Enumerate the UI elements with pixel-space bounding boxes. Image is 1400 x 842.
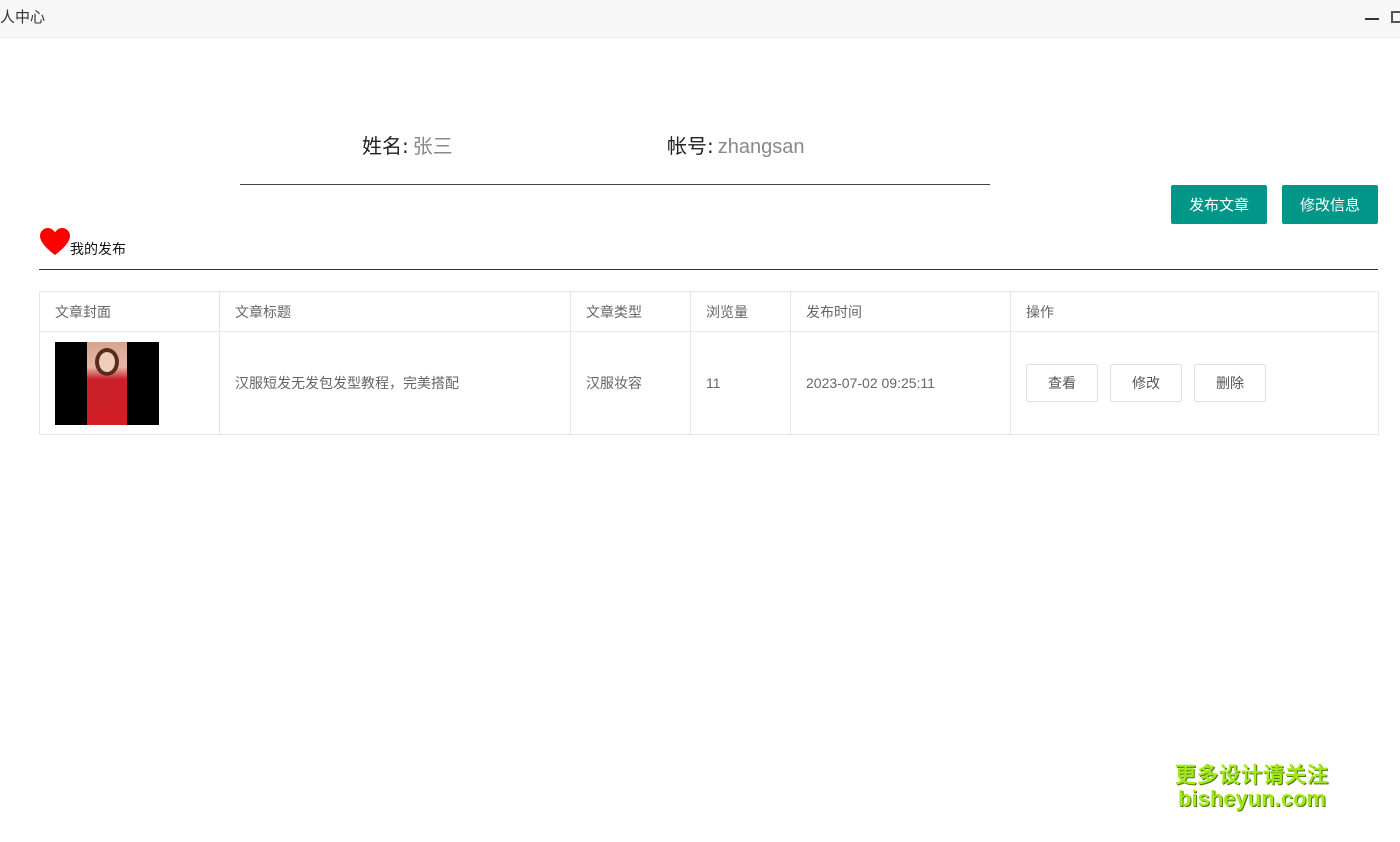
article-title-cell: 汉服短发无发包发型教程，完美搭配 bbox=[219, 331, 571, 435]
column-header-title: 文章标题 bbox=[219, 291, 571, 332]
actions-cell: 查看 修改 删除 bbox=[1010, 331, 1379, 435]
account-value: zhangsan bbox=[717, 136, 805, 158]
column-header-views: 浏览量 bbox=[690, 291, 791, 332]
delete-button[interactable]: 删除 bbox=[1194, 364, 1266, 402]
column-header-cover: 文章封面 bbox=[39, 291, 220, 332]
column-header-actions: 操作 bbox=[1010, 291, 1379, 332]
posts-table: 文章封面 文章标题 文章类型 浏览量 发布时间 操作 汉服短发无发包发型教程，完… bbox=[39, 291, 1379, 435]
watermark: 更多设计请关注 bisheyun.com bbox=[1172, 763, 1332, 812]
edit-info-button[interactable]: 修改信息 bbox=[1282, 185, 1378, 224]
edit-button[interactable]: 修改 bbox=[1110, 364, 1182, 402]
watermark-line-2: bisheyun.com bbox=[1178, 786, 1326, 812]
minimize-icon[interactable] bbox=[1363, 9, 1381, 27]
article-type-cell: 汉服妆容 bbox=[570, 331, 691, 435]
window-title: 人中心 bbox=[0, 8, 46, 26]
profile-name: 姓名: 张三 bbox=[362, 130, 453, 159]
profile-account: 帐号: zhangsan bbox=[667, 130, 805, 159]
published-cell: 2023-07-02 09:25:11 bbox=[790, 331, 1011, 435]
cover-cell bbox=[39, 331, 220, 435]
column-header-published: 发布时间 bbox=[790, 291, 1011, 332]
views-cell: 11 bbox=[690, 331, 791, 435]
heart-icon bbox=[40, 228, 70, 255]
view-button[interactable]: 查看 bbox=[1026, 364, 1098, 402]
cover-head bbox=[95, 347, 119, 376]
section-divider bbox=[39, 269, 1378, 270]
name-value: 张三 bbox=[412, 136, 453, 158]
window-titlebar: 人中心 bbox=[0, 0, 1400, 38]
maximize-icon[interactable] bbox=[1389, 9, 1400, 27]
account-label: 帐号: bbox=[667, 134, 714, 158]
section-title: 我的发布 bbox=[70, 242, 126, 258]
publish-article-button[interactable]: 发布文章 bbox=[1171, 185, 1267, 224]
column-header-type: 文章类型 bbox=[570, 291, 691, 332]
table-row: 汉服短发无发包发型教程，完美搭配 汉服妆容 11 2023-07-02 09:2… bbox=[39, 331, 1379, 435]
profile-divider bbox=[240, 184, 990, 185]
table-header-row: 文章封面 文章标题 文章类型 浏览量 发布时间 操作 bbox=[39, 291, 1379, 332]
article-cover-image bbox=[55, 341, 159, 425]
name-label: 姓名: bbox=[362, 134, 409, 158]
watermark-line-1: 更多设计请关注 bbox=[1175, 763, 1329, 787]
